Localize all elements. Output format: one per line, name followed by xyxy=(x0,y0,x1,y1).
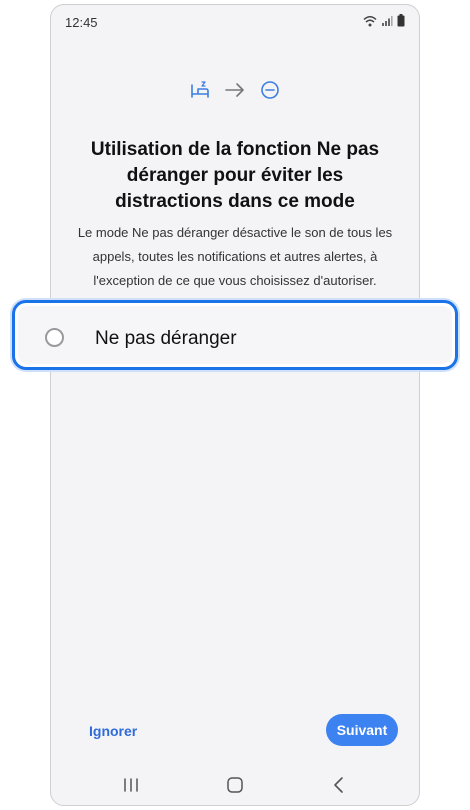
do-not-disturb-icon xyxy=(260,80,280,105)
status-time: 12:45 xyxy=(65,15,98,30)
next-button[interactable]: Suivant xyxy=(326,714,398,746)
status-bar: 12:45 xyxy=(51,5,419,39)
bed-icon xyxy=(190,80,210,105)
recents-icon[interactable] xyxy=(119,773,143,797)
mode-flow xyxy=(51,80,419,105)
page-title: Utilisation de la fonction Ne pas dérang… xyxy=(90,139,380,212)
option-background: Ne pas déranger xyxy=(18,306,452,364)
do-not-disturb-option[interactable]: Ne pas déranger xyxy=(12,300,458,370)
page-description: Le mode Ne pas déranger désactive le son… xyxy=(77,225,393,288)
wifi-icon xyxy=(363,14,377,32)
signal-icon xyxy=(381,14,393,32)
option-label: Ne pas déranger xyxy=(95,328,237,349)
arrow-right-icon xyxy=(224,82,246,103)
back-icon[interactable] xyxy=(327,773,351,797)
status-icons xyxy=(363,14,405,32)
home-icon[interactable] xyxy=(223,773,247,797)
phone-screen: 12:45 Utilisation de la fonction Ne pas … xyxy=(50,4,420,806)
navigation-bar xyxy=(51,770,419,800)
option-radio[interactable] xyxy=(45,328,64,347)
ignore-button[interactable]: Ignorer xyxy=(77,714,149,748)
battery-icon xyxy=(397,14,405,32)
